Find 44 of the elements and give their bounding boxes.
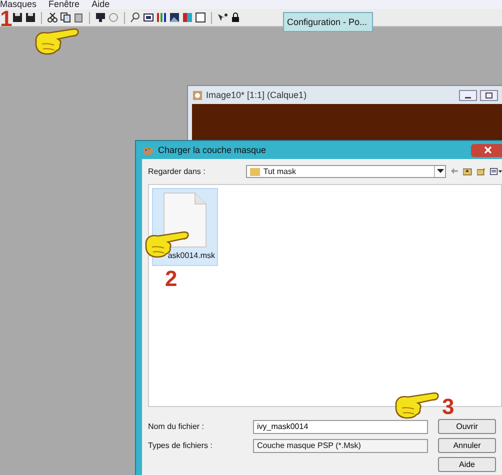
step-number: 1: [0, 8, 12, 30]
pointing-hand-icon: [34, 27, 80, 55]
folder-icon: [250, 166, 260, 176]
menu-item[interactable]: Masques: [0, 0, 37, 9]
file-name-field[interactable]: ivy_mask0014: [253, 420, 428, 434]
maximize-icon[interactable]: [480, 90, 498, 100]
file-name-label: Nom du fichier :: [148, 422, 206, 431]
document-icon: [163, 192, 207, 248]
new-folder-icon[interactable]: [476, 166, 485, 176]
step-number: 2: [165, 268, 178, 290]
view-menu-icon[interactable]: [490, 166, 502, 176]
menu-item[interactable]: Fenêtre: [48, 0, 80, 9]
panel-icon[interactable]: [143, 12, 154, 23]
lock-icon[interactable]: [230, 12, 241, 23]
close-icon: [484, 146, 492, 154]
scissors-icon[interactable]: [47, 12, 58, 23]
open-button[interactable]: Ouvrir: [438, 419, 496, 434]
file-type-label: Types de fichiers :: [148, 441, 214, 450]
folder-up-icon[interactable]: [463, 166, 472, 176]
magnifier-icon[interactable]: [130, 12, 141, 23]
dialog-title: Charger la couche masque: [158, 145, 268, 155]
bars-icon[interactable]: [156, 12, 167, 23]
palette-title: Configuration - Po...: [287, 17, 368, 27]
monitor-icon[interactable]: [95, 12, 106, 23]
file-type-dropdown[interactable]: Couche masque PSP (*.Msk): [253, 438, 428, 452]
look-in-label: Regarder dans :: [148, 166, 206, 176]
floppy-icon[interactable]: [12, 12, 23, 23]
help-button[interactable]: Aide: [438, 457, 496, 472]
floppy-icon[interactable]: [25, 12, 36, 23]
app-icon: [192, 90, 203, 100]
copy-icon[interactable]: [60, 12, 71, 23]
look-in-dropdown[interactable]: Tut mask: [246, 164, 446, 178]
image-icon[interactable]: [169, 12, 180, 23]
step-number: 3: [442, 396, 454, 418]
close-button[interactable]: [471, 144, 502, 156]
caret-icon: [436, 169, 444, 173]
window-title: Image10* [1:1] (Calque1): [206, 90, 308, 100]
cancel-button[interactable]: Annuler: [438, 438, 496, 453]
minimize-icon[interactable]: [459, 90, 477, 100]
palette-icon: [142, 144, 154, 156]
paste-icon[interactable]: [73, 12, 84, 23]
pointing-hand-icon: [394, 391, 440, 419]
menu-item[interactable]: Aide: [92, 0, 110, 9]
frame-icon[interactable]: [195, 12, 206, 23]
